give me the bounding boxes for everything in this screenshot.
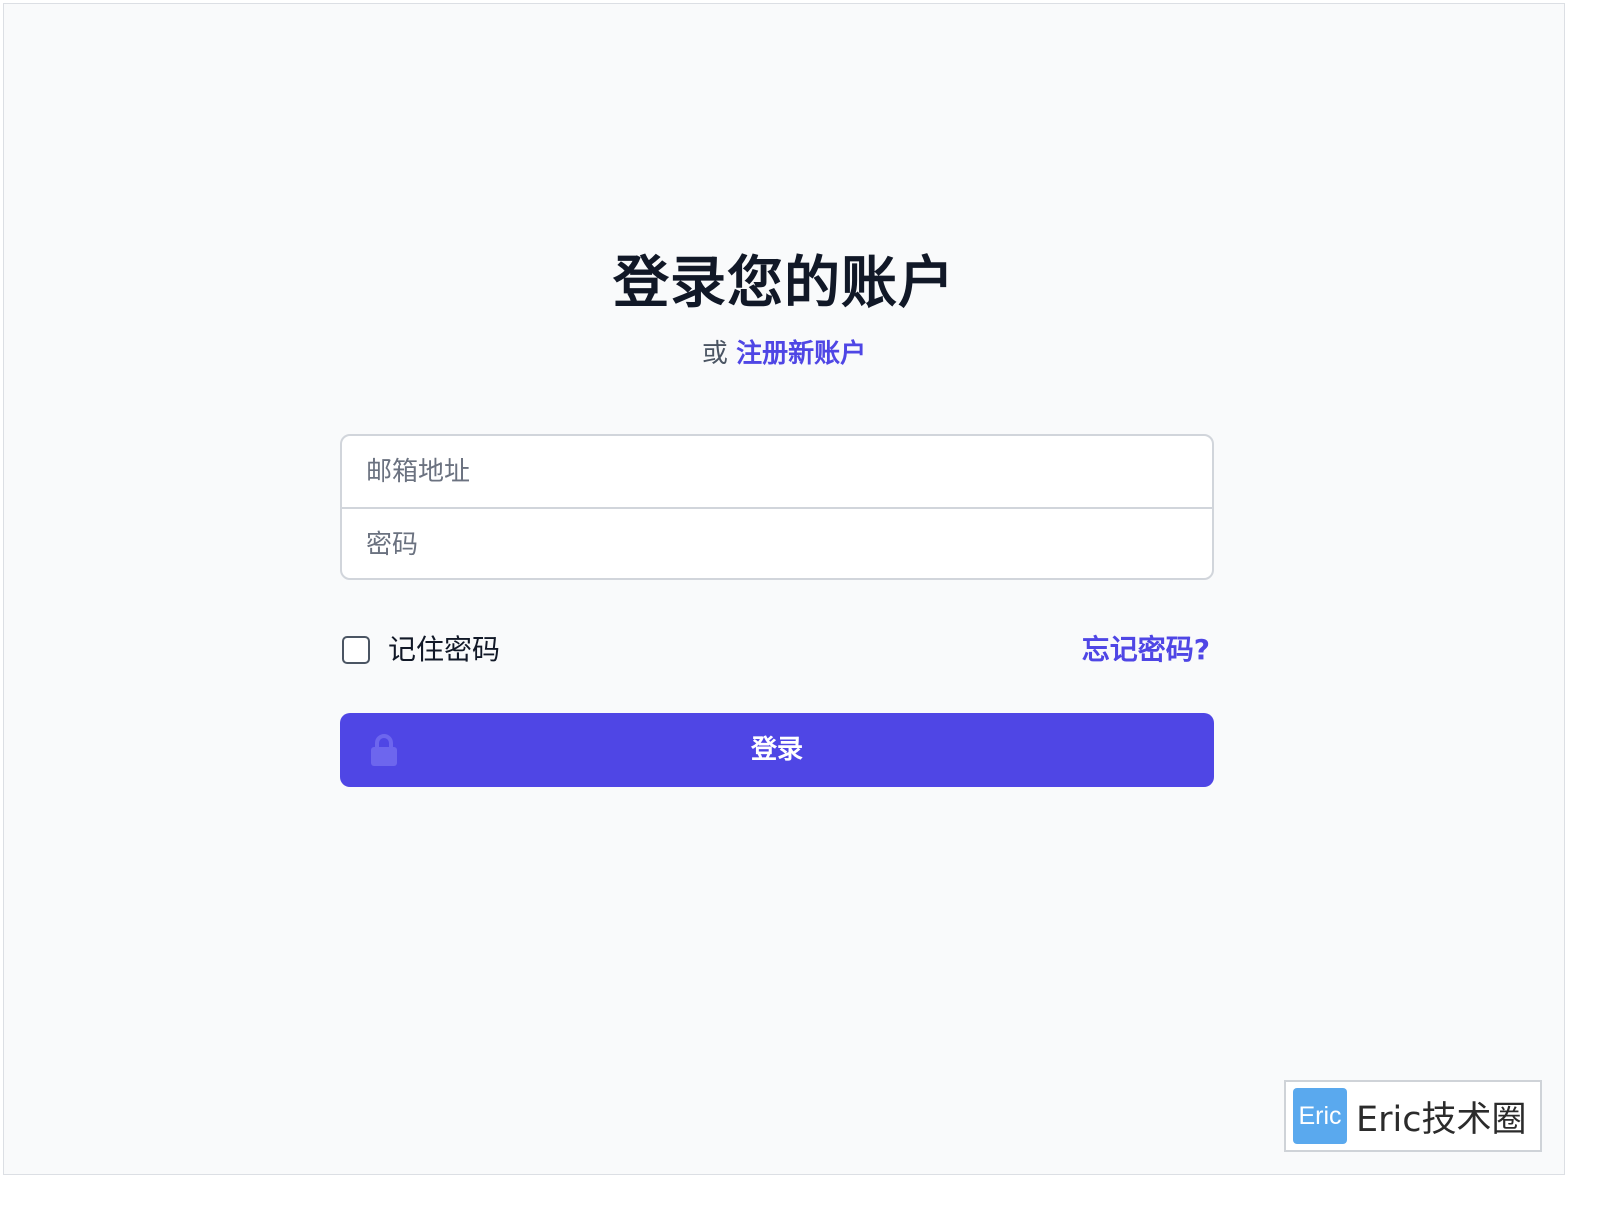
watermark-badge: Eric Eric技术圈 bbox=[1284, 1080, 1542, 1152]
login-button[interactable]: 登录 bbox=[340, 713, 1214, 787]
remember-me-option[interactable]: 记住密码 bbox=[342, 632, 500, 668]
remember-me-label: 记住密码 bbox=[388, 633, 501, 666]
watermark-logo: Eric bbox=[1293, 1088, 1347, 1144]
password-input[interactable] bbox=[342, 509, 1212, 578]
remember-me-checkbox[interactable] bbox=[342, 636, 370, 664]
watermark-text: Eric技术圈 bbox=[1356, 1099, 1527, 1140]
login-button-label: 登录 bbox=[750, 735, 803, 765]
email-input[interactable] bbox=[342, 436, 1212, 507]
register-link[interactable]: 注册新账户 bbox=[736, 339, 866, 369]
forgot-password-link[interactable]: 忘记密码? bbox=[1082, 632, 1210, 668]
page-frame: 登录您的账户 或 注册新账户 记住密码 忘记密码? 登录 bbox=[3, 3, 1565, 1175]
credentials-input-group bbox=[340, 434, 1214, 580]
subtitle-prefix: 或 bbox=[701, 339, 728, 369]
subtitle: 或 注册新账户 bbox=[4, 336, 1564, 372]
page-title: 登录您的账户 bbox=[613, 251, 955, 316]
lock-icon bbox=[371, 734, 397, 766]
